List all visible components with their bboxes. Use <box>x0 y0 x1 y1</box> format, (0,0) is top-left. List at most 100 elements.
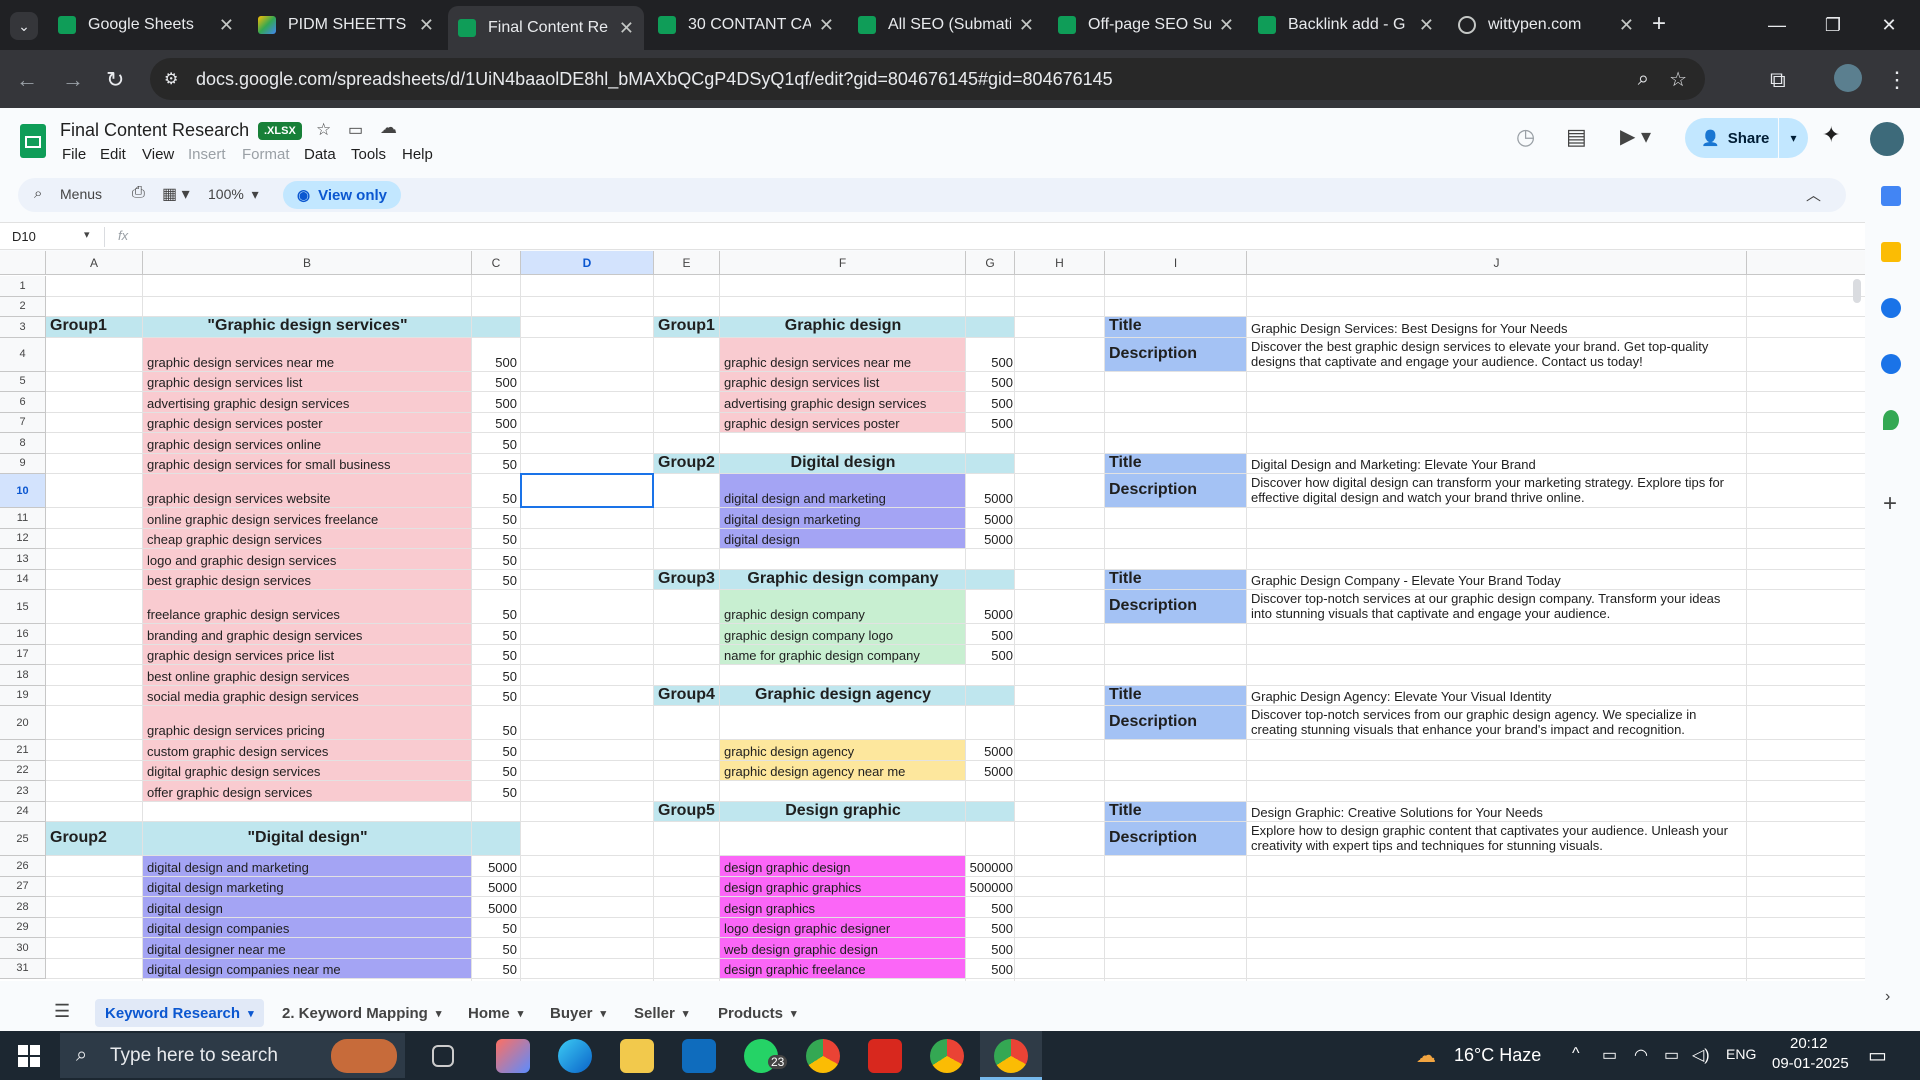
cell-c17[interactable]: 50 <box>472 645 521 666</box>
cell-f3[interactable]: Graphic design <box>720 317 966 338</box>
sheet-tab-menu-icon[interactable]: ▾ <box>518 1007 524 1020</box>
cell-f15[interactable]: graphic design company <box>720 590 966 624</box>
zoom-select[interactable]: 100% ▾ <box>208 186 259 203</box>
cell-g21[interactable]: 5000 <box>966 740 1015 761</box>
cell-c28[interactable]: 5000 <box>472 897 521 918</box>
name-box-dropdown-icon[interactable]: ▾ <box>84 228 90 241</box>
tab-search-icon[interactable]: ⌄ <box>10 12 38 40</box>
cell-c22[interactable]: 50 <box>472 761 521 782</box>
column-header-h[interactable]: H <box>1015 251 1105 275</box>
row-header-20[interactable]: 20 <box>0 706 46 740</box>
browser-tab-1[interactable]: Google Sheets ✕ <box>48 8 244 42</box>
cell-f11[interactable]: digital design marketing <box>720 508 966 529</box>
sheet-tab-3[interactable]: Home ▾ <box>458 999 533 1027</box>
cell-f22[interactable]: graphic design agency near me <box>720 761 966 782</box>
meet-icon[interactable]: ▶ ▾ <box>1620 124 1651 149</box>
row-header-24[interactable]: 24 <box>0 801 46 822</box>
cell-g31[interactable]: 500 <box>966 959 1015 980</box>
cell-b7[interactable]: graphic design services poster <box>143 413 472 434</box>
sheet-tab-6[interactable]: Products ▾ <box>708 999 807 1027</box>
cell-f30[interactable]: web design graphic design <box>720 938 966 959</box>
cell-c7[interactable]: 500 <box>472 413 521 434</box>
cell-b9[interactable]: graphic design services for small busine… <box>143 454 472 475</box>
cell-j24[interactable]: Design Graphic: Creative Solutions for Y… <box>1247 802 1747 823</box>
cell-b29[interactable]: digital design companies <box>143 918 472 939</box>
document-title[interactable]: Final Content Research <box>60 120 249 141</box>
cell-b17[interactable]: graphic design services price list <box>143 645 472 666</box>
keep-icon[interactable] <box>1881 242 1901 262</box>
row-header-28[interactable]: 28 <box>0 897 46 918</box>
row-header-31[interactable]: 31 <box>0 958 46 979</box>
cell-b13[interactable]: logo and graphic design services <box>143 549 472 570</box>
column-header-g[interactable]: G <box>966 251 1015 275</box>
cell-f4[interactable]: graphic design services near me <box>720 338 966 372</box>
sheet-tab-1[interactable]: Keyword Research ▾ <box>95 999 264 1027</box>
row-header-7[interactable]: 7 <box>0 412 46 433</box>
formula-input[interactable] <box>142 225 1842 249</box>
clock-time[interactable]: 20:12 <box>1790 1035 1828 1052</box>
view-only-button[interactable]: ◉ View only <box>283 181 402 209</box>
name-box[interactable]: D10 <box>12 229 36 244</box>
file-explorer-icon[interactable] <box>620 1039 654 1073</box>
cell-j20[interactable]: Discover top-notch services from our gra… <box>1247 706 1747 740</box>
cell-f27[interactable]: design graphic graphics <box>720 877 966 898</box>
chrome-icon[interactable] <box>806 1039 840 1073</box>
cell-g12[interactable]: 5000 <box>966 529 1015 550</box>
cell-f19[interactable]: Graphic design agency <box>720 686 966 707</box>
cell-b3[interactable]: "Graphic design services" <box>143 317 472 338</box>
cell-b6[interactable]: advertising graphic design services <box>143 392 472 413</box>
cell-c11[interactable]: 50 <box>472 508 521 529</box>
cell-f24[interactable]: Design graphic <box>720 802 966 823</box>
cell-e24[interactable]: Group5 <box>654 802 720 823</box>
cell-b25[interactable]: "Digital design" <box>143 822 472 856</box>
cell-c23[interactable]: 50 <box>472 781 521 802</box>
collapse-toolbar-icon[interactable]: ︿ <box>1806 184 1821 205</box>
sheet-tab-menu-icon[interactable]: ▾ <box>791 1007 797 1020</box>
cell-j25[interactable]: Explore how to design graphic content th… <box>1247 822 1747 856</box>
column-header-k[interactable] <box>1747 251 1865 275</box>
bookmark-star-icon[interactable]: ☆ <box>1669 67 1687 92</box>
spreadsheet-grid[interactable]: A B C D E F G H I J 1 2 3 4 5 6 7 8 9 10 11 12 13 14 15 16 17 18 19 2… <box>0 251 1865 981</box>
row-header-25[interactable]: 25 <box>0 822 46 856</box>
sheet-tab-2[interactable]: 2. Keyword Mapping ▾ <box>272 999 451 1027</box>
cell-c27[interactable]: 5000 <box>472 877 521 898</box>
cell-b20[interactable]: graphic design services pricing <box>143 706 472 740</box>
row-header-19[interactable]: 19 <box>0 685 46 706</box>
sheet-tab-menu-icon[interactable]: ▾ <box>436 1007 442 1020</box>
row-header-18[interactable]: 18 <box>0 665 46 686</box>
cell-c19[interactable]: 50 <box>472 686 521 707</box>
cell-b15[interactable]: freelance graphic design services <box>143 590 472 624</box>
chrome-profile-icon[interactable] <box>930 1039 964 1073</box>
row-header-6[interactable]: 6 <box>0 392 46 413</box>
new-tab-icon[interactable]: + <box>1652 10 1666 38</box>
cell-f29[interactable]: logo design graphic designer <box>720 918 966 939</box>
hide-side-panel-icon[interactable]: › <box>1885 988 1890 1006</box>
cell-f17[interactable]: name for graphic design company <box>720 645 966 666</box>
cell-c13[interactable]: 50 <box>472 549 521 570</box>
cell-i24[interactable]: Title <box>1105 802 1247 823</box>
minimize-icon[interactable]: — <box>1754 8 1800 42</box>
cell-b19[interactable]: social media graphic design services <box>143 686 472 707</box>
close-tab-icon[interactable]: ✕ <box>219 15 234 36</box>
row-header-2[interactable]: 2 <box>0 296 46 317</box>
cell-g11[interactable]: 5000 <box>966 508 1015 529</box>
cell-f28[interactable]: design graphics <box>720 897 966 918</box>
cell-g17[interactable]: 500 <box>966 645 1015 666</box>
vertical-scrollbar[interactable] <box>1853 279 1861 303</box>
cell-i10[interactable]: Description <box>1105 474 1247 508</box>
column-header-d[interactable]: D <box>521 251 654 275</box>
cell-c14[interactable]: 50 <box>472 570 521 591</box>
cell-i20[interactable]: Description <box>1105 706 1247 740</box>
row-header-26[interactable]: 26 <box>0 856 46 877</box>
cell-c12[interactable]: 50 <box>472 529 521 550</box>
menu-file[interactable]: File <box>62 146 86 163</box>
clock-date[interactable]: 09-01-2025 <box>1772 1055 1849 1072</box>
menu-format[interactable]: Format <box>242 146 290 163</box>
cell-f6[interactable]: advertising graphic design services <box>720 392 966 413</box>
cell-c15[interactable]: 50 <box>472 590 521 624</box>
cell-e9[interactable]: Group2 <box>654 454 720 475</box>
print-icon[interactable]: ⎙ <box>132 184 145 202</box>
row-header-21[interactable]: 21 <box>0 740 46 761</box>
close-tab-icon[interactable]: ✕ <box>419 15 434 36</box>
cell-b26[interactable]: digital design and marketing <box>143 856 472 877</box>
